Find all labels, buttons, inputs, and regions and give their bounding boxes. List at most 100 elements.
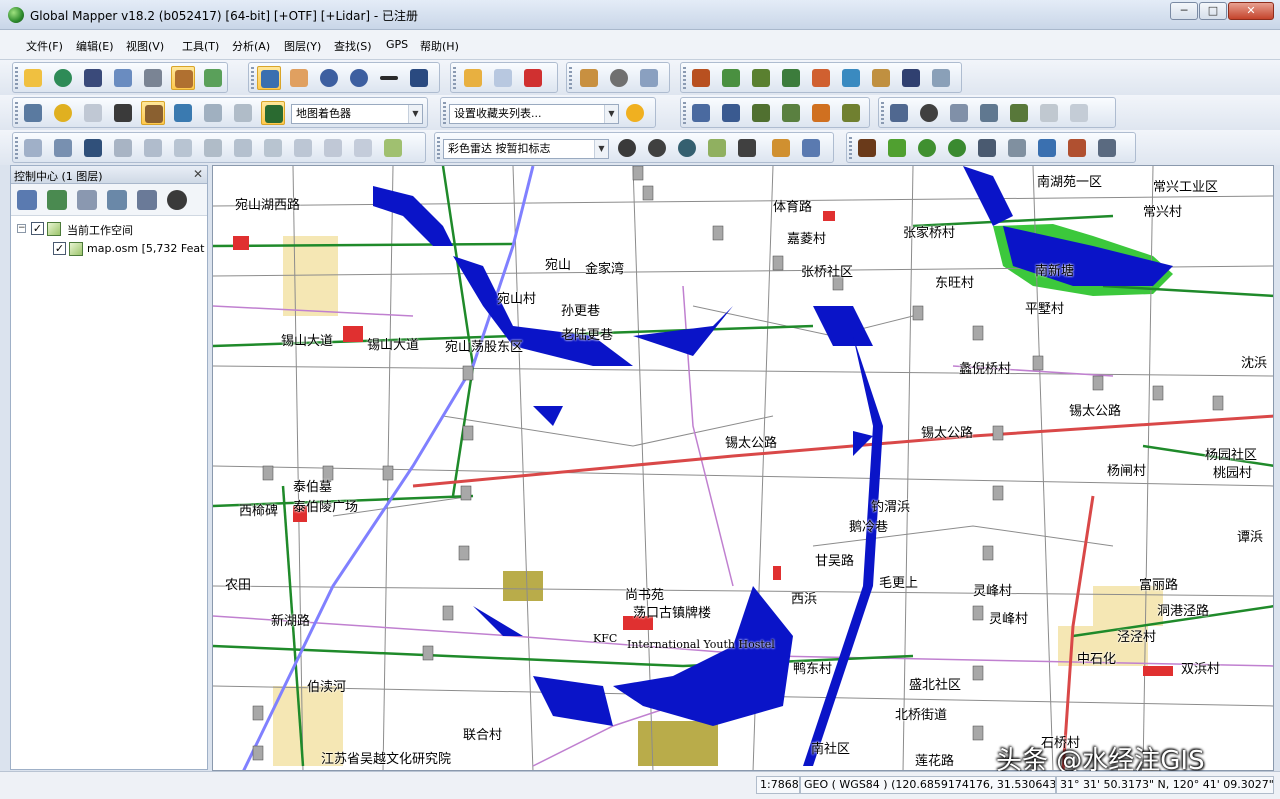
select-area-button[interactable] xyxy=(491,66,515,90)
shrub-button[interactable] xyxy=(915,136,939,160)
watershed-button[interactable] xyxy=(839,66,863,90)
lidar-tool-4-button[interactable] xyxy=(779,101,803,125)
vertex-move-button[interactable] xyxy=(111,136,135,160)
overview-map-button[interactable] xyxy=(201,66,225,90)
move-button[interactable] xyxy=(21,136,45,160)
lidar-tool-1-button[interactable] xyxy=(689,101,713,125)
rotate-button[interactable] xyxy=(81,136,105,160)
layer-add-icon[interactable] xyxy=(47,190,67,210)
building-button[interactable] xyxy=(975,136,999,160)
layout-button[interactable] xyxy=(21,101,45,125)
key-button[interactable] xyxy=(1095,136,1119,160)
scale-button[interactable] xyxy=(51,136,75,160)
edit-tool-5-button[interactable] xyxy=(1007,101,1031,125)
tree-button[interactable] xyxy=(945,136,969,160)
zoom-tool-button[interactable] xyxy=(257,66,281,90)
edit-tool-7-button[interactable] xyxy=(1067,101,1091,125)
layer-visibility-icon[interactable] xyxy=(167,190,187,210)
menu-tools[interactable]: 工具(T) xyxy=(182,38,219,54)
tree-row-layer[interactable]: ✓ map.osm [5,732 Features] xyxy=(15,240,205,258)
reshape-button[interactable] xyxy=(261,136,285,160)
back-button[interactable] xyxy=(377,66,401,90)
pan-tool-button[interactable] xyxy=(287,66,311,90)
join-button[interactable] xyxy=(201,136,225,160)
water-feature-button[interactable] xyxy=(1035,136,1059,160)
radar-select[interactable]: 彩色雷达 按暂扣标志 ▼ xyxy=(443,139,609,159)
measure-button[interactable] xyxy=(577,66,601,90)
config-button[interactable] xyxy=(141,66,165,90)
zoom-out-button[interactable] xyxy=(347,66,371,90)
sun-button[interactable] xyxy=(51,101,75,125)
split-button[interactable] xyxy=(171,136,195,160)
menu-help[interactable]: 帮助(H) xyxy=(420,38,459,54)
edit-points-button[interactable] xyxy=(799,136,823,160)
vertex-delete-button[interactable] xyxy=(141,136,165,160)
position-button[interactable] xyxy=(81,101,105,125)
info-button[interactable] xyxy=(607,66,631,90)
hillshade-button[interactable] xyxy=(141,101,165,125)
copy-shape-button[interactable] xyxy=(291,136,315,160)
layer-options-icon[interactable] xyxy=(107,190,127,210)
flight-button[interactable] xyxy=(929,66,953,90)
filter-button[interactable] xyxy=(769,136,793,160)
add-bookmark-button[interactable] xyxy=(623,101,647,125)
depth-button[interactable] xyxy=(231,101,255,125)
lidar-tool-6-button[interactable] xyxy=(839,101,863,125)
shader-select[interactable]: 地图着色器 ▼ xyxy=(291,104,423,124)
view-3d-button[interactable] xyxy=(111,101,135,125)
terrain-shader-button[interactable] xyxy=(261,101,285,125)
noise-button[interactable] xyxy=(1065,136,1089,160)
open-file-button[interactable] xyxy=(21,66,45,90)
water-level-button[interactable] xyxy=(171,101,195,125)
edit-tool-3-button[interactable] xyxy=(947,101,971,125)
volume-button[interactable] xyxy=(869,66,893,90)
close-button[interactable]: ✕ xyxy=(1228,2,1274,20)
edit-tool-6-button[interactable] xyxy=(1037,101,1061,125)
panel-close-icon[interactable]: ✕ xyxy=(193,167,203,181)
minimize-button[interactable]: ─ xyxy=(1170,2,1198,20)
bookmark-select[interactable]: 设置收藏夹列表... ▼ xyxy=(449,104,619,124)
measure-line-button[interactable] xyxy=(381,136,405,160)
radar-points-button[interactable] xyxy=(705,136,729,160)
radar-color-button[interactable] xyxy=(675,136,699,160)
layer-search-icon[interactable] xyxy=(137,190,157,210)
lidar-tool-5-button[interactable] xyxy=(809,101,833,125)
digitizer-button[interactable] xyxy=(461,66,485,90)
menu-file[interactable]: 文件(F) xyxy=(26,38,63,54)
print-button[interactable] xyxy=(111,66,135,90)
terrain-button[interactable] xyxy=(689,66,713,90)
menu-edit[interactable]: 编辑(E) xyxy=(76,38,114,54)
menu-analysis[interactable]: 分析(A) xyxy=(232,38,270,54)
edit-tool-4-button[interactable] xyxy=(977,101,1001,125)
tree-row-workspace[interactable]: − ✓ 当前工作空间 xyxy=(15,220,205,238)
clip-button[interactable] xyxy=(321,136,345,160)
menu-view[interactable]: 视图(V) xyxy=(126,38,164,54)
powerline-button[interactable] xyxy=(1005,136,1029,160)
delete-feature-button[interactable] xyxy=(521,66,545,90)
snap-button[interactable] xyxy=(231,136,255,160)
menu-layer[interactable]: 图层(Y) xyxy=(284,38,321,54)
layer-checkbox[interactable]: ✓ xyxy=(53,242,66,255)
crop-button[interactable] xyxy=(351,136,375,160)
workspace-checkbox[interactable]: ✓ xyxy=(31,222,44,235)
online-data-button[interactable] xyxy=(51,66,75,90)
full-view-button[interactable] xyxy=(407,66,431,90)
water-shade-button[interactable] xyxy=(201,101,225,125)
menu-gps[interactable]: GPS xyxy=(386,38,408,51)
lidar-tool-3-button[interactable] xyxy=(749,101,773,125)
expander-icon[interactable]: − xyxy=(17,224,26,233)
grass-button[interactable] xyxy=(885,136,909,160)
contour-button[interactable] xyxy=(719,66,743,90)
zoom-in-button[interactable] xyxy=(317,66,341,90)
triangle-button[interactable] xyxy=(735,136,759,160)
menu-search[interactable]: 查找(S) xyxy=(334,38,372,54)
path-profile-button[interactable] xyxy=(749,66,773,90)
map-view[interactable]: 南湖苑一区 常兴工业区 常兴村 宛山湖西路 体育路 嘉菱村 张家桥村 宛山 金家… xyxy=(212,165,1274,771)
save-button[interactable] xyxy=(81,66,105,90)
maximize-button[interactable]: □ xyxy=(1199,2,1227,20)
slope-button[interactable] xyxy=(809,66,833,90)
radar-terrain-button[interactable] xyxy=(645,136,669,160)
control-center-button[interactable] xyxy=(171,66,195,90)
terrain-feature-button[interactable] xyxy=(855,136,879,160)
elevation-button[interactable] xyxy=(899,66,923,90)
